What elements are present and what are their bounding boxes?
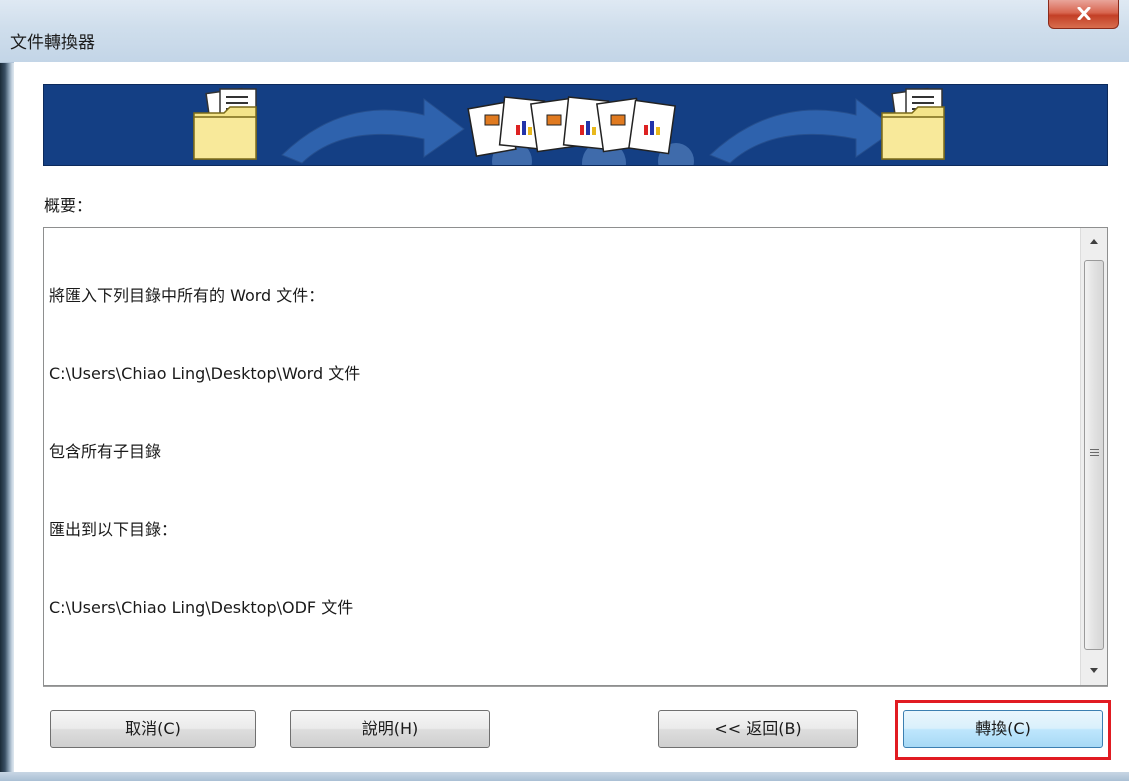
wizard-banner: [43, 84, 1108, 166]
window-title: 文件轉換器: [10, 33, 95, 53]
close-button[interactable]: [1048, 0, 1119, 29]
summary-text: 將匯入下列目錄中所有的 Word 文件： C:\Users\Chiao Ling…: [49, 231, 1069, 673]
back-button[interactable]: << 返回(B): [658, 710, 858, 748]
window-frame-left: [0, 0, 14, 781]
summary-line: 將匯入下列目錄中所有的 Word 文件：: [49, 286, 325, 305]
close-icon: [1077, 7, 1091, 20]
arrow-down-icon: [1090, 668, 1098, 673]
dialog-body: 概要： 將匯入下列目錄中所有的 Word 文件： C:\Users\Chiao …: [14, 62, 1129, 781]
arrow-up-icon: [1090, 239, 1098, 244]
summary-textbox[interactable]: 將匯入下列目錄中所有的 Word 文件： C:\Users\Chiao Ling…: [43, 227, 1108, 686]
window-frame-bottom: [0, 772, 1129, 781]
summary-line: 匯出到以下目錄：: [49, 520, 178, 539]
help-button[interactable]: 說明(H): [290, 710, 490, 748]
target-folder-icon: [881, 87, 945, 160]
summary-label: 概要：: [44, 196, 93, 215]
summary-line: C:\Users\Chiao Ling\Desktop\ODF 文件: [49, 598, 354, 617]
scroll-up-button[interactable]: [1081, 228, 1107, 256]
thumb-grip: [1090, 452, 1099, 453]
title-bar[interactable]: 文件轉換器: [0, 0, 1129, 63]
source-folder-icon: [193, 87, 257, 160]
vertical-scrollbar[interactable]: [1080, 228, 1107, 685]
cancel-button[interactable]: 取消(C): [50, 710, 256, 748]
scroll-thumb[interactable]: [1084, 260, 1104, 650]
separator-line: [43, 686, 1108, 690]
convert-button-highlight: [895, 700, 1111, 760]
scroll-down-button[interactable]: [1081, 657, 1107, 685]
arrow-icon: [709, 98, 897, 164]
arrow-icon: [281, 98, 465, 164]
summary-line: 包含所有子目錄: [49, 442, 162, 461]
documents-icon: [467, 96, 676, 157]
thumb-grip: [1090, 449, 1099, 450]
thumb-grip: [1090, 455, 1099, 456]
summary-line: C:\Users\Chiao Ling\Desktop\Word 文件: [49, 364, 361, 383]
